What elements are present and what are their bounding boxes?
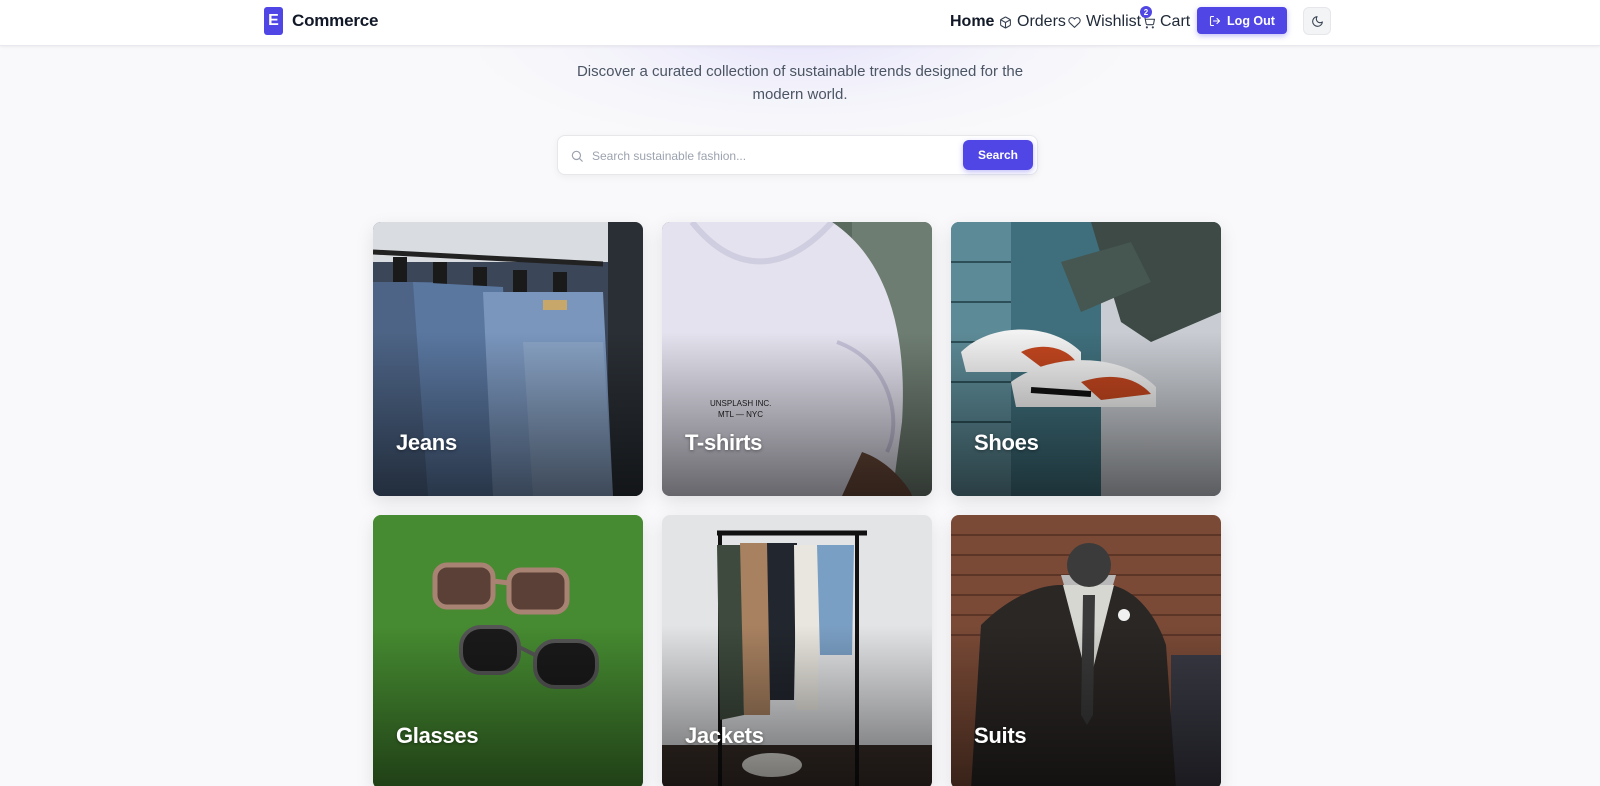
category-card-suits[interactable]: Suits <box>951 515 1221 786</box>
nav-home-label: Home <box>950 13 995 30</box>
svg-text:UNSPLASH INC.: UNSPLASH INC. <box>710 399 771 408</box>
nav-home[interactable]: Home <box>950 13 994 31</box>
category-label: Suits <box>974 723 1027 748</box>
category-card-tshirts[interactable]: UNSPLASH INC. MTL — NYC T-shirts <box>662 222 932 496</box>
category-label: Shoes <box>974 430 1039 455</box>
cart-count-badge: 2 <box>1140 6 1152 18</box>
search-icon <box>571 150 583 162</box>
brand-name: Commerce <box>292 11 379 30</box>
category-label: Glasses <box>396 723 479 748</box>
nav-cart-label: Cart <box>1160 13 1191 30</box>
nav-wishlist-label: Wishlist <box>1086 13 1142 30</box>
hero-subtitle: Discover a curated collection of sustain… <box>576 63 1024 103</box>
logout-label: Log Out <box>1227 13 1275 28</box>
svg-text:MTL — NYC: MTL — NYC <box>718 410 763 419</box>
category-card-shoes[interactable]: Shoes <box>951 222 1221 496</box>
category-card-jeans[interactable]: Jeans <box>373 222 643 496</box>
category-label: Jackets <box>685 723 764 748</box>
nav-orders[interactable]: Orders <box>999 13 1066 31</box>
theme-toggle-button[interactable] <box>1303 7 1331 35</box>
logout-button[interactable]: Log Out <box>1197 7 1287 34</box>
logout-icon <box>1209 15 1221 26</box>
category-card-glasses[interactable]: Glasses <box>373 515 643 786</box>
brand-mark: E <box>264 7 283 35</box>
moon-icon <box>1311 15 1323 27</box>
package-icon <box>1000 16 1011 28</box>
category-card-jackets[interactable]: Jackets <box>662 515 932 786</box>
nav-orders-label: Orders <box>1017 13 1066 30</box>
nav-wishlist[interactable]: Wishlist <box>1068 13 1141 31</box>
brand-logo[interactable]: E Commerce <box>264 7 378 35</box>
search-input[interactable] <box>592 145 962 167</box>
top-navbar: E Commerce Home Orders Wishlist Cart 2 L… <box>0 0 1600 46</box>
search-bar: Search <box>557 135 1038 175</box>
category-label: Jeans <box>396 430 457 455</box>
search-button[interactable]: Search <box>963 140 1033 170</box>
category-label: T-shirts <box>685 430 763 455</box>
heart-icon <box>1068 16 1081 28</box>
